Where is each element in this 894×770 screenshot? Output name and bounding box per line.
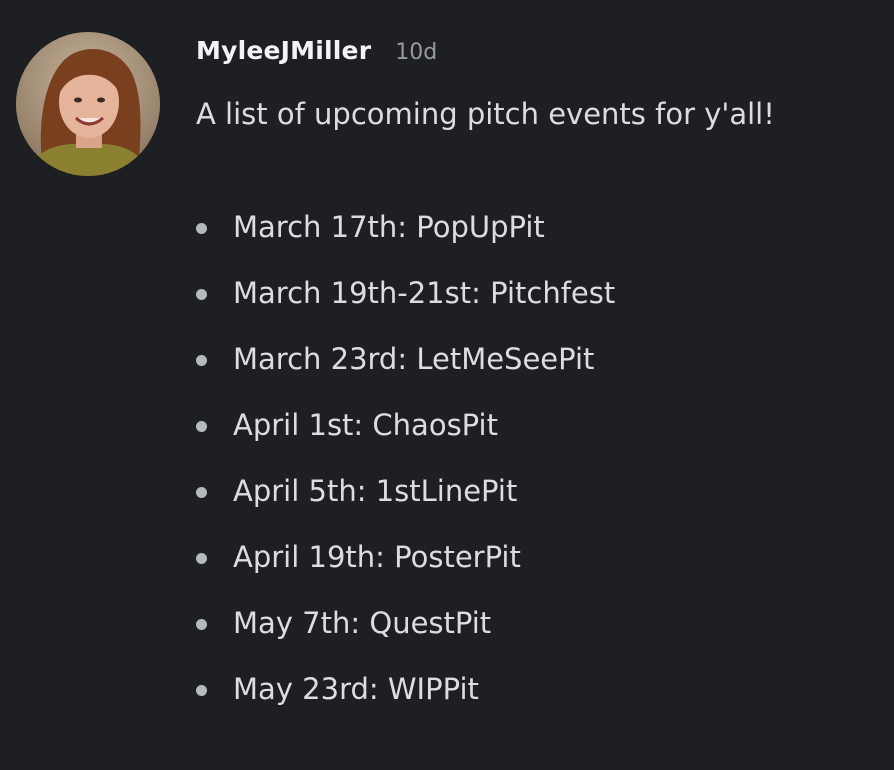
username[interactable]: MyleeJMiller — [196, 36, 371, 65]
bullet-icon — [196, 553, 207, 564]
message-header: MyleeJMiller 10d — [196, 36, 874, 80]
chat-message: MyleeJMiller 10d A list of upcoming pitc… — [0, 0, 894, 770]
list-item-text: May 23rd: WIPPit — [233, 672, 479, 706]
bullet-icon — [196, 289, 207, 300]
list-item: May 7th: QuestPit — [196, 590, 874, 656]
list-item: April 19th: PosterPit — [196, 524, 874, 590]
list-item-text: April 1st: ChaosPit — [233, 408, 498, 442]
list-item: March 17th: PopUpPit — [196, 194, 874, 260]
event-list: March 17th: PopUpPit March 19th-21st: Pi… — [196, 194, 874, 722]
timestamp[interactable]: 10d — [395, 40, 437, 65]
list-item-text: April 19th: PosterPit — [233, 540, 521, 574]
list-item-text: March 23rd: LetMeSeePit — [233, 342, 595, 376]
list-item: May 23rd: WIPPit — [196, 656, 874, 722]
bullet-icon — [196, 355, 207, 366]
bullet-icon — [196, 223, 207, 234]
list-item-text: April 5th: 1stLinePit — [233, 474, 518, 508]
avatar[interactable] — [16, 32, 160, 176]
list-item: March 23rd: LetMeSeePit — [196, 326, 874, 392]
list-item: March 19th-21st: Pitchfest — [196, 260, 874, 326]
message-text: A list of upcoming pitch events for y'al… — [196, 97, 775, 131]
message-content: MyleeJMiller 10d A list of upcoming pitc… — [196, 36, 874, 722]
bullet-icon — [196, 487, 207, 498]
list-item-text: March 19th-21st: Pitchfest — [233, 276, 616, 310]
list-item: April 5th: 1stLinePit — [196, 458, 874, 524]
bullet-icon — [196, 619, 207, 630]
bullet-icon — [196, 421, 207, 432]
list-item-text: March 17th: PopUpPit — [233, 210, 545, 244]
list-item-text: May 7th: QuestPit — [233, 606, 492, 640]
bullet-icon — [196, 685, 207, 696]
list-item: April 1st: ChaosPit — [196, 392, 874, 458]
